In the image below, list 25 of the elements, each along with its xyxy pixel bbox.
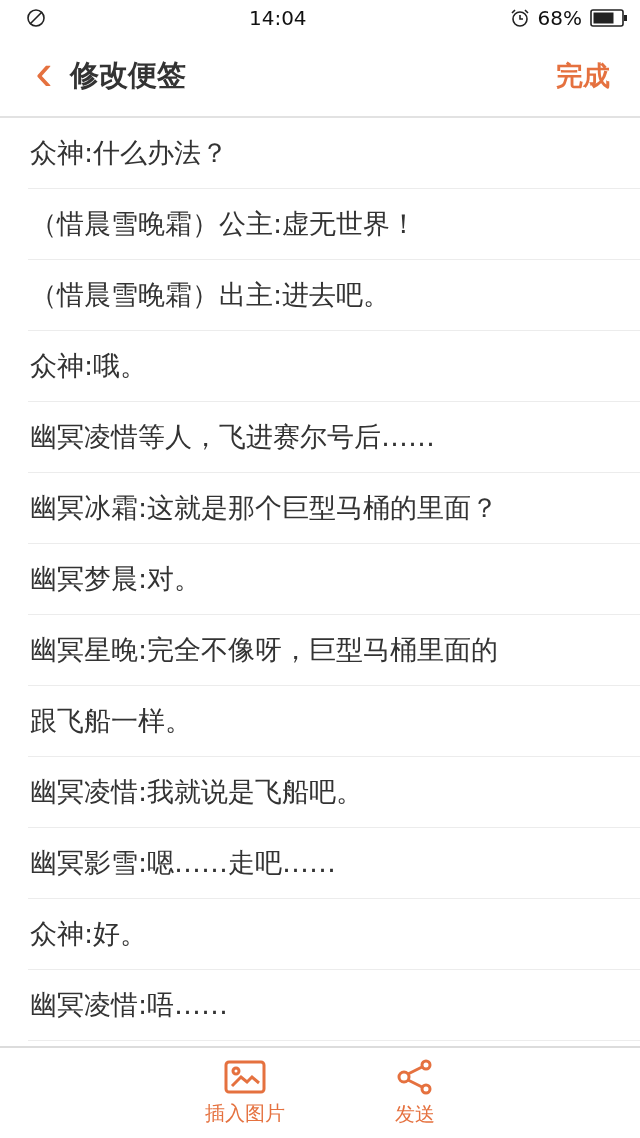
- note-line: 幽冥凌惜:我就说是飞船吧。: [29, 775, 364, 809]
- share-icon: [396, 1058, 434, 1095]
- note-line: （惜晨雪晚霜）公主:虚无世界！: [29, 207, 418, 241]
- page-title: 修改便签: [70, 57, 187, 94]
- note-line: （惜晨雪晚霜）出主:进去吧。: [29, 278, 391, 312]
- battery-percent: 68%: [537, 6, 582, 30]
- note-line: 幽冥凌惜等人，飞进赛尔号后……: [29, 420, 435, 454]
- note-line: 幽冥凌惜:唔……: [29, 988, 229, 1022]
- note-line: 幽冥影雪:嗯……走吧……: [29, 846, 337, 880]
- note-line: 幽冥冰霜:这就是那个巨型马桶的里面？: [29, 491, 499, 525]
- back-button[interactable]: ‹: [26, 46, 62, 106]
- note-line: 幽冥梦晨:对。: [29, 562, 202, 596]
- battery-icon: [590, 8, 628, 28]
- alarm-icon: [509, 8, 530, 28]
- note-line: 众神:什么办法？: [29, 136, 229, 170]
- blocked-icon: [26, 8, 46, 28]
- note-line: 众神:好。: [29, 917, 148, 951]
- send-button[interactable]: 发送: [395, 1058, 435, 1128]
- note-line: 众神:哦。: [29, 349, 148, 383]
- insert-image-button[interactable]: 插入图片: [205, 1059, 285, 1127]
- done-button[interactable]: 完成: [556, 58, 610, 94]
- note-line: 幽冥星晚:完全不像呀，巨型马桶里面的: [29, 633, 499, 667]
- status-time: 14:04: [247, 6, 308, 30]
- note-line: 跟飞船一样。: [29, 704, 192, 738]
- image-icon: [224, 1059, 266, 1094]
